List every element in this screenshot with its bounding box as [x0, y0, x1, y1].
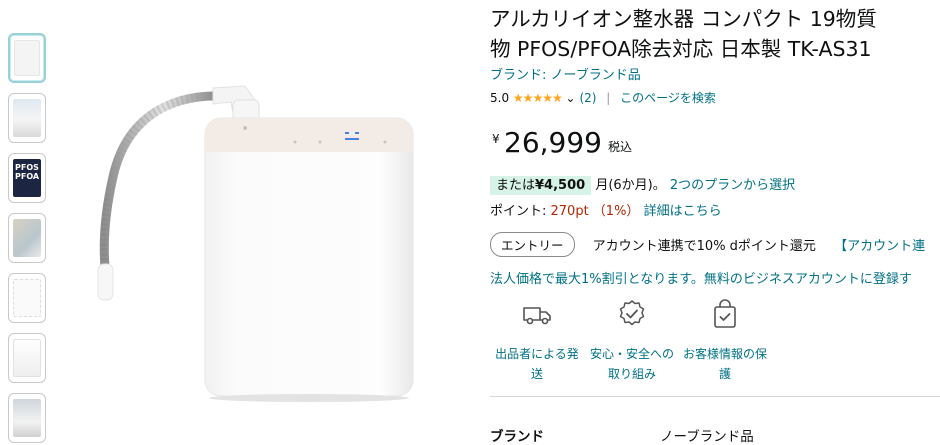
- spec-value: ノーブランド品: [660, 429, 754, 445]
- brand-link[interactable]: ブランド: ノーブランド品: [490, 64, 641, 83]
- installment-suffix: 月(6か月)。: [595, 178, 666, 193]
- product-title: アルカリイオン整水器 コンパクト 19物質 物 PFOS/PFOA除去対応 日本…: [490, 4, 940, 64]
- account-link[interactable]: 【アカウント連: [834, 239, 925, 254]
- spec-label: ブランド: [490, 429, 544, 445]
- review-count-link[interactable]: (2): [579, 91, 596, 105]
- entry-button[interactable]: エントリー: [490, 232, 575, 257]
- rating-row: 5.0 ★★★★★ ⌄ (2) | このページを検索: [490, 89, 716, 106]
- feature-privacy[interactable]: お客様情報の保護: [678, 298, 772, 384]
- installment-row: または¥4,500 月(6か月)。 2つのプランから選択: [490, 174, 795, 195]
- bag-check-icon: [714, 299, 736, 328]
- entry-text: アカウント連携で10% dポイント還元: [592, 239, 816, 254]
- product-title-line-2: 物 PFOS/PFOA除去対応 日本製 TK-AS31: [490, 37, 872, 61]
- feature-label-privacy: お客様情報の保護: [682, 347, 767, 381]
- shield-check-icon: [619, 300, 645, 326]
- installment-amount: ¥4,500: [535, 178, 586, 193]
- product-title-line-1: アルカリイオン整水器 コンパクト 19物質: [490, 7, 877, 31]
- feature-safety[interactable]: 安心・安全への取り組み: [585, 298, 679, 384]
- spec-row-brand: ブランド ノーブランド品: [490, 425, 940, 445]
- thumbnail-6[interactable]: [8, 333, 46, 383]
- installment-badge: または¥4,500: [490, 176, 592, 195]
- thumbnail-5[interactable]: [8, 273, 46, 323]
- thumbnail-2[interactable]: [8, 93, 46, 143]
- thumbnail-4[interactable]: [8, 213, 46, 263]
- feature-seller-shipping[interactable]: 出品者による発送: [490, 298, 584, 384]
- price-symbol: ¥: [492, 132, 500, 146]
- feature-label-safety: 安心・安全への取り組み: [589, 347, 674, 381]
- star-rating-icon[interactable]: ★★★★★: [513, 91, 563, 105]
- installment-prefix: または: [496, 178, 536, 193]
- feature-label-shipping: 出品者による発送: [495, 347, 579, 381]
- points-details-link[interactable]: 詳細はこちら: [644, 204, 722, 219]
- search-page-link[interactable]: このページを検索: [620, 91, 716, 105]
- points-label: ポイント:: [490, 204, 551, 219]
- chevron-down-icon[interactable]: ⌄: [566, 91, 576, 105]
- product-image[interactable]: [95, 82, 425, 402]
- thumbnail-7[interactable]: [8, 393, 46, 443]
- rating-separator: |: [606, 91, 611, 105]
- entry-row: エントリー アカウント連携で10% dポイント還元 【アカウント連: [490, 232, 925, 257]
- section-divider: [490, 396, 940, 397]
- thumbnail-3-text: PFOS PFOA: [13, 159, 41, 197]
- business-account-link[interactable]: 法人価格で最大1%割引となります。無料のビジネスアカウントに登録す: [490, 268, 912, 287]
- rating-value: 5.0: [490, 91, 510, 105]
- installment-plans-link[interactable]: 2つのプランから選択: [670, 178, 795, 193]
- points-row: ポイント: 270pt （1%） 詳細はこちら: [490, 200, 722, 219]
- truck-icon: [523, 307, 551, 325]
- thumbnail-3[interactable]: PFOS PFOA: [8, 153, 46, 203]
- points-value: 270pt （1%）: [550, 204, 640, 219]
- price-amount: 26,999: [504, 126, 602, 159]
- thumbnail-1[interactable]: [8, 33, 46, 83]
- tax-label: 税込: [608, 140, 633, 154]
